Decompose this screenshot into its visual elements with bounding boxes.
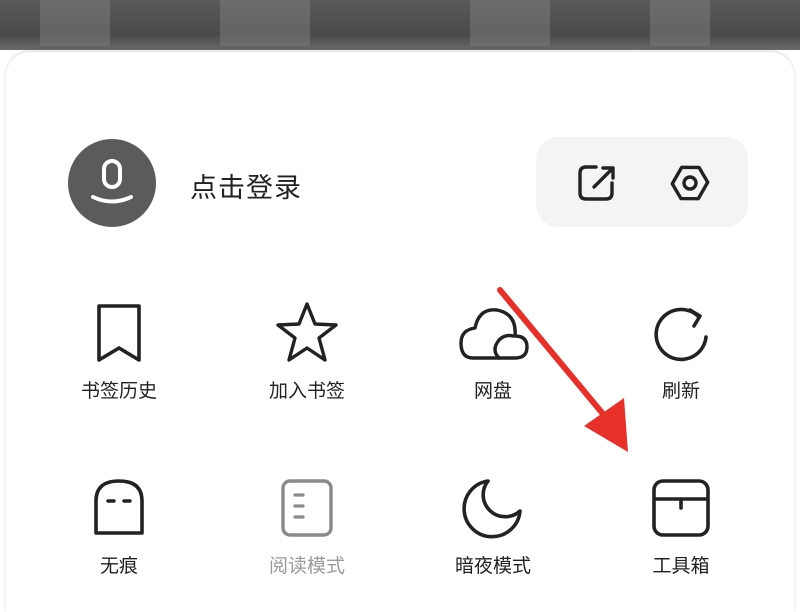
share-icon bbox=[578, 165, 615, 201]
share-button[interactable] bbox=[574, 161, 618, 209]
background-page-strip bbox=[0, 0, 800, 50]
menu-item-label: 无痕 bbox=[99, 555, 138, 577]
menu-item-label: 书签历史 bbox=[80, 380, 157, 402]
menu-item-incognito[interactable]: 无痕 bbox=[54, 475, 184, 578]
moon-icon bbox=[462, 479, 522, 539]
menu-item-label: 工具箱 bbox=[652, 555, 710, 577]
menu-item-add-bookmark[interactable]: 加入书签 bbox=[242, 300, 372, 403]
toolbox-icon bbox=[652, 479, 710, 537]
settings-hexagon-icon bbox=[670, 165, 710, 201]
login-link[interactable]: 点击登录 bbox=[190, 166, 302, 205]
menu-item-dark-mode[interactable]: 暗夜模式 bbox=[428, 475, 558, 578]
avatar[interactable] bbox=[68, 139, 156, 227]
reading-mode-icon bbox=[281, 479, 333, 537]
menu-item-label: 阅读模式 bbox=[268, 555, 345, 577]
quick-actions-pill bbox=[536, 137, 748, 227]
bookmark-icon bbox=[97, 304, 141, 362]
menu-item-bookmark-history[interactable]: 书签历史 bbox=[54, 300, 184, 403]
cloud-icon bbox=[459, 308, 529, 360]
menu-item-label: 加入书签 bbox=[268, 380, 345, 402]
settings-button[interactable] bbox=[668, 161, 712, 209]
menu-item-cloud-drive[interactable]: 网盘 bbox=[428, 300, 558, 403]
star-icon bbox=[276, 302, 338, 362]
refresh-icon bbox=[654, 307, 708, 362]
user-avatar-icon bbox=[91, 159, 133, 204]
menu-item-toolbox[interactable]: 工具箱 bbox=[616, 475, 746, 578]
menu-item-reading-mode[interactable]: 阅读模式 bbox=[242, 475, 372, 578]
menu-item-label: 刷新 bbox=[661, 380, 700, 402]
menu-item-refresh[interactable]: 刷新 bbox=[616, 300, 746, 403]
incognito-icon bbox=[94, 479, 144, 535]
menu-item-label: 暗夜模式 bbox=[454, 555, 531, 577]
menu-item-label: 网盘 bbox=[473, 380, 512, 402]
